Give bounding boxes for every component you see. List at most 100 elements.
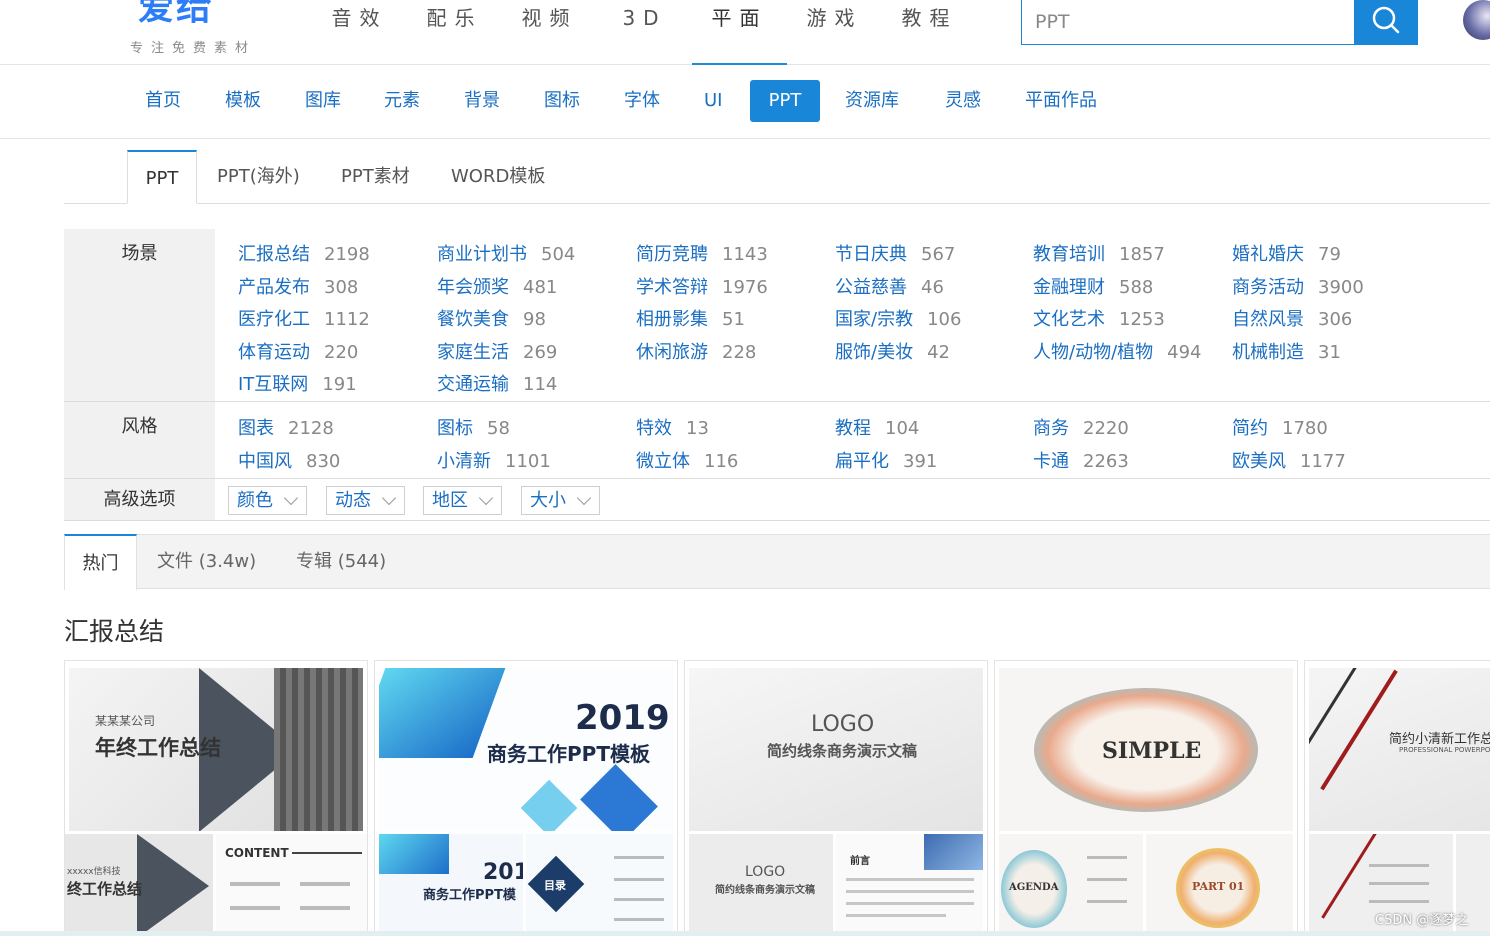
top-nav-audio[interactable]: 音效 [312, 0, 407, 65]
filter-item[interactable]: 休闲旅游 228 [636, 338, 756, 364]
card-preview-thumbnail: PART 01 [1146, 834, 1293, 935]
filter-item[interactable]: 体育运动 220 [238, 338, 358, 364]
top-nav-graphic[interactable]: 平面 [692, 0, 787, 65]
tab-ppt[interactable]: PPT [127, 150, 197, 204]
dropdown-color[interactable]: 颜色 [228, 486, 307, 515]
filter-row-style: 风格 图表 2128 图标 58 特效 13 教程 104 商务 2220 简约 1780 … [64, 402, 1490, 479]
card-main-thumbnail: LOGO 简约线条商务演示文稿 [689, 668, 983, 831]
category-element[interactable]: 元素 [366, 80, 438, 122]
template-card[interactable]: 2019 商务工作PPT模板 201 商务工作PPT模 目录 [374, 660, 678, 936]
card-title: 年终工作总结 [95, 736, 221, 760]
tab-albums[interactable]: 专辑 (544) [296, 534, 386, 589]
user-avatar[interactable] [1463, 0, 1490, 40]
dropdown-region[interactable]: 地区 [423, 486, 502, 515]
template-card[interactable]: SIMPLE AGENDA PART 01 [994, 660, 1298, 936]
logo-text: 爱给 [138, 0, 215, 28]
dropdown-animation[interactable]: 动态 [326, 486, 405, 515]
site-logo[interactable]: 爱给 专注免费素材 [130, 0, 290, 56]
filter-item[interactable]: 交通运输 114 [437, 370, 557, 396]
tab-word-template[interactable]: WORD模板 [434, 150, 562, 204]
category-resources[interactable]: 资源库 [827, 80, 917, 122]
filter-item[interactable]: 年会颁奖 481 [437, 273, 557, 299]
section-title: 汇报总结 [64, 617, 165, 646]
category-ppt[interactable]: PPT [750, 80, 820, 122]
filter-item[interactable]: 简历竞聘 1143 [636, 240, 768, 266]
filter-item[interactable]: 国家/宗教 106 [835, 305, 961, 331]
card-preview-thumbnail: 201 商务工作PPT模 [379, 834, 523, 935]
filter-item[interactable]: 微立体 116 [636, 447, 738, 473]
category-template[interactable]: 模板 [207, 80, 279, 122]
filter-row-advanced: 高级选项 颜色 动态 地区 大小 [64, 479, 1490, 521]
filter-item[interactable]: 人物/动物/植物 494 [1033, 338, 1202, 364]
filter-item[interactable]: 餐饮美食 98 [437, 305, 546, 331]
dropdown-size[interactable]: 大小 [521, 486, 600, 515]
card-main-thumbnail: SIMPLE [999, 668, 1293, 831]
filter-item[interactable]: 公益慈善 46 [835, 273, 944, 299]
filter-item[interactable]: 学术答辩 1976 [636, 273, 768, 299]
category-icon[interactable]: 图标 [526, 80, 598, 122]
filter-item[interactable]: 家庭生活 269 [437, 338, 557, 364]
filter-item[interactable]: 机械制造 31 [1232, 338, 1341, 364]
card-title: 简约小清新工作总结 [1389, 732, 1490, 747]
top-nav-game[interactable]: 游戏 [787, 0, 882, 65]
filter-item[interactable]: 商务活动 3900 [1232, 273, 1364, 299]
top-nav-music[interactable]: 配乐 [407, 0, 502, 65]
category-inspiration[interactable]: 灵感 [927, 80, 999, 122]
top-nav-video[interactable]: 视频 [502, 0, 597, 65]
filter-item[interactable]: 节日庆典 567 [835, 240, 955, 266]
category-font[interactable]: 字体 [606, 80, 678, 122]
filter-item[interactable]: 小清新 1101 [437, 447, 551, 473]
filter-label-style: 风格 [64, 402, 215, 478]
filter-item[interactable]: 扁平化 391 [835, 447, 937, 473]
template-card[interactable]: LOGO 简约线条商务演示文稿 LOGO 简约线条商务演示文稿 前言 [684, 660, 988, 936]
template-card[interactable]: 某某某公司 年终工作总结 xxxxx信科技 终工作总结 CONTENT [64, 660, 368, 936]
filter-item[interactable]: 中国风 830 [238, 447, 340, 473]
tab-files[interactable]: 文件 (3.4w) [157, 534, 256, 589]
template-card[interactable]: 简约小清新工作总结 PROFESSIONAL POWERPO [1304, 660, 1490, 936]
filter-item[interactable]: 服饰/美妆 42 [835, 338, 950, 364]
filter-item[interactable]: 图标 58 [437, 414, 510, 440]
card-preview-thumbnail: xxxxx信科技 终工作总结 [65, 834, 213, 935]
card-main-thumbnail: 2019 商务工作PPT模板 [379, 668, 673, 831]
filter-item[interactable]: 教育培训 1857 [1033, 240, 1165, 266]
filter-item[interactable]: 文化艺术 1253 [1033, 305, 1165, 331]
filter-item[interactable]: 欧美风 1177 [1232, 447, 1346, 473]
category-works[interactable]: 平面作品 [1007, 80, 1115, 122]
search-button[interactable] [1354, 0, 1418, 45]
filter-item[interactable]: 图表 2128 [238, 414, 334, 440]
filter-item[interactable]: 商业计划书 504 [437, 240, 575, 266]
top-nav-3d[interactable]: 3D [597, 0, 692, 65]
filter-item[interactable]: 汇报总结 2198 [238, 240, 370, 266]
content-tabs: 热门 文件 (3.4w) 专辑 (544) [64, 534, 1490, 590]
filter-item[interactable]: 产品发布 308 [238, 273, 358, 299]
chevron-down-icon [576, 490, 592, 506]
card-logo-text: LOGO [811, 712, 875, 737]
filter-table: 场景 汇报总结 2198 商业计划书 504 简历竞聘 1143 节日庆典 567 教育… [64, 229, 1490, 521]
category-gallery[interactable]: 图库 [287, 80, 359, 122]
card-main-thumbnail: 某某某公司 年终工作总结 [69, 668, 363, 831]
chevron-down-icon [478, 490, 494, 506]
filter-item[interactable]: 医疗化工 1112 [238, 305, 370, 331]
card-title: SIMPLE [1102, 738, 1202, 764]
filter-item[interactable]: 金融理财 588 [1033, 273, 1153, 299]
filter-item[interactable]: 特效 13 [636, 414, 709, 440]
category-ui[interactable]: UI [686, 80, 740, 122]
filter-item[interactable]: 商务 2220 [1033, 414, 1129, 440]
top-header: 爱给 专注免费素材 音效 配乐 视频 3D 平面 游戏 教程 [0, 0, 1490, 65]
filter-label-advanced: 高级选项 [64, 479, 215, 520]
filter-item[interactable]: 卡通 2263 [1033, 447, 1129, 473]
category-home[interactable]: 首页 [127, 80, 199, 122]
filter-item[interactable]: IT互联网 191 [238, 370, 357, 396]
filter-item[interactable]: 相册影集 51 [636, 305, 745, 331]
tab-hot[interactable]: 热门 [64, 534, 137, 590]
tab-ppt-overseas[interactable]: PPT(海外) [200, 150, 317, 204]
category-background[interactable]: 背景 [446, 80, 518, 122]
filter-item[interactable]: 教程 104 [835, 414, 919, 440]
filter-item[interactable]: 婚礼婚庆 79 [1232, 240, 1341, 266]
filter-item[interactable]: 简约 1780 [1232, 414, 1328, 440]
filter-item[interactable]: 自然风景 306 [1232, 305, 1352, 331]
card-main-thumbnail: 简约小清新工作总结 PROFESSIONAL POWERPO [1309, 668, 1490, 831]
tab-ppt-assets[interactable]: PPT素材 [324, 150, 427, 204]
search-input[interactable] [1022, 0, 1355, 44]
top-nav-tutorial[interactable]: 教程 [882, 0, 977, 65]
